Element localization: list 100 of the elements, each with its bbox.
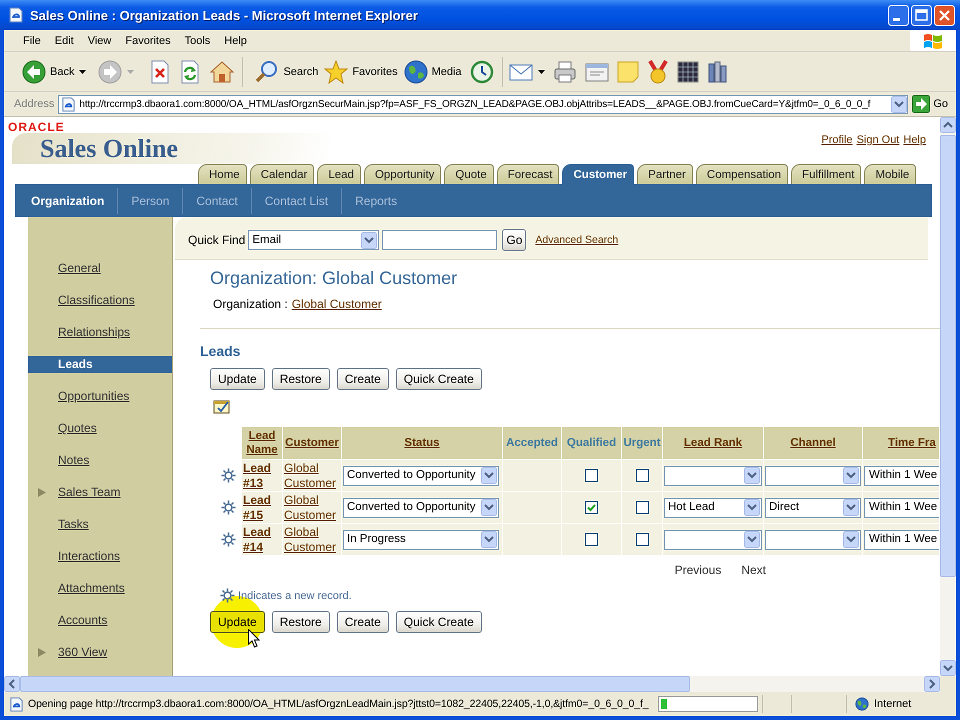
sidebar-item[interactable]: Interactions bbox=[58, 548, 120, 565]
action-button[interactable]: Quick Create bbox=[396, 368, 482, 390]
pagination-link[interactable]: Next bbox=[741, 563, 766, 577]
tab[interactable]: Home bbox=[198, 164, 247, 184]
checkbox[interactable] bbox=[636, 501, 648, 514]
column-header[interactable]: Lead Name bbox=[242, 427, 282, 459]
search-button[interactable]: Search bbox=[255, 60, 318, 84]
home-icon[interactable] bbox=[210, 60, 234, 84]
column-header[interactable]: Time Fra bbox=[863, 427, 939, 459]
status-select[interactable]: In Progress bbox=[343, 530, 499, 550]
lead-link[interactable]: Lead #15 bbox=[243, 492, 281, 522]
sidebar-item[interactable]: Opportunities bbox=[58, 388, 130, 405]
scroll-thumb[interactable] bbox=[20, 676, 690, 692]
column-header[interactable]: Lead Rank bbox=[663, 427, 763, 459]
sidebar-item[interactable]: Tasks bbox=[58, 516, 89, 533]
action-button[interactable]: Restore bbox=[272, 611, 330, 633]
checkbox[interactable] bbox=[585, 501, 598, 514]
quick-find-select[interactable]: Email bbox=[248, 230, 380, 250]
stop-icon[interactable] bbox=[150, 60, 170, 84]
tab[interactable]: Calendar bbox=[250, 164, 314, 184]
books-icon[interactable] bbox=[706, 60, 729, 84]
search-field[interactable] bbox=[382, 230, 498, 250]
sidebar-item[interactable]: Classifications bbox=[58, 292, 135, 309]
action-button[interactable]: Update bbox=[210, 611, 265, 633]
menu-item[interactable]: File bbox=[16, 34, 48, 46]
sidebar-item[interactable]: Notes bbox=[58, 452, 90, 469]
scroll-right-icon[interactable] bbox=[924, 676, 940, 692]
menu-item[interactable]: View bbox=[80, 34, 118, 46]
tab[interactable]: Fulfillment bbox=[791, 164, 862, 184]
horizontal-scrollbar[interactable] bbox=[4, 676, 940, 692]
sidebar-item[interactable]: Relationships bbox=[58, 324, 130, 341]
tab[interactable]: Forecast bbox=[496, 164, 560, 184]
back-button[interactable]: Back bbox=[22, 60, 74, 84]
minimize-icon[interactable] bbox=[888, 4, 909, 26]
address-field[interactable]: http://trccrmp3.dbaora1.com:8000/OA_HTML/asfOrgznSecurMain.jsp?fp=ASF_FS_ORGZN_LEAD&PAGE.OBJ.objAttribs=LEADS__&PAGE.OBJ.fromCueCard=Y&jtfm0=_0_6_0_0_f bbox=[58, 94, 908, 114]
scroll-down-icon[interactable] bbox=[940, 660, 956, 676]
grid-icon[interactable] bbox=[676, 60, 699, 82]
go-button[interactable]: Go bbox=[502, 229, 526, 251]
mail-icon[interactable] bbox=[508, 62, 533, 82]
tab[interactable]: Customer bbox=[562, 164, 634, 184]
history-icon[interactable] bbox=[470, 60, 494, 84]
action-button[interactable]: Create bbox=[336, 611, 389, 633]
lead-link[interactable]: Lead #13 bbox=[243, 460, 281, 490]
menu-item[interactable]: Favorites bbox=[118, 34, 178, 46]
action-button[interactable]: Restore bbox=[272, 368, 330, 390]
sidebar-item[interactable]: 360 View bbox=[38, 644, 108, 661]
edit-page-icon[interactable] bbox=[584, 60, 609, 82]
lead-link[interactable]: Lead #14 bbox=[243, 524, 281, 554]
status-select[interactable]: Converted to Opportunity bbox=[343, 498, 499, 518]
checkbox[interactable] bbox=[636, 469, 648, 482]
action-button[interactable]: Update bbox=[210, 368, 265, 390]
status-select[interactable]: Converted to Opportunity bbox=[343, 466, 499, 486]
caret-icon[interactable] bbox=[538, 70, 545, 74]
header-link[interactable]: Help bbox=[903, 134, 926, 147]
header-link[interactable]: Sign Out bbox=[856, 134, 900, 147]
close-icon[interactable] bbox=[934, 4, 955, 26]
action-button[interactable]: Quick Create bbox=[396, 611, 482, 633]
tab[interactable]: Opportunity bbox=[364, 164, 442, 184]
tab[interactable]: Lead bbox=[317, 164, 361, 184]
tab[interactable]: Compensation bbox=[696, 164, 788, 184]
sidebar-item[interactable]: Accounts bbox=[58, 612, 108, 629]
customer-link[interactable]: Global Customer bbox=[284, 492, 340, 522]
subtab[interactable]: Organization bbox=[18, 188, 118, 214]
channel-select[interactable] bbox=[765, 466, 861, 486]
tab[interactable]: Mobile bbox=[864, 164, 916, 184]
checkbox[interactable] bbox=[585, 533, 598, 546]
time-frame-select[interactable]: Within 1 Wee bbox=[864, 530, 939, 550]
channel-select[interactable] bbox=[765, 530, 861, 550]
notepad-icon[interactable] bbox=[213, 398, 231, 414]
menu-item[interactable]: Help bbox=[217, 34, 254, 46]
checkbox[interactable] bbox=[636, 533, 648, 546]
column-header[interactable]: Channel bbox=[764, 427, 862, 459]
organization-link[interactable]: Global Customer bbox=[292, 297, 382, 311]
lead-rank-select[interactable]: Hot Lead bbox=[664, 498, 762, 518]
maximize-icon[interactable] bbox=[911, 4, 932, 26]
go-button[interactable]: Go bbox=[912, 95, 948, 113]
vertical-scrollbar[interactable] bbox=[940, 117, 956, 676]
menu-item[interactable]: Edit bbox=[48, 34, 81, 46]
tab[interactable]: Quote bbox=[444, 164, 494, 184]
column-header[interactable]: Customer bbox=[283, 427, 341, 459]
time-frame-select[interactable]: Within 1 Wee bbox=[864, 466, 939, 486]
printer-icon[interactable] bbox=[552, 60, 577, 84]
time-frame-select[interactable]: Within 1 Wee bbox=[864, 498, 939, 518]
scroll-thumb[interactable] bbox=[940, 135, 956, 577]
advanced-search-link[interactable]: Advanced Search bbox=[535, 234, 618, 246]
action-button[interactable]: Create bbox=[336, 368, 389, 390]
tab[interactable]: Partner bbox=[637, 164, 693, 184]
pagination-link[interactable]: Previous bbox=[674, 563, 722, 577]
sidebar-item[interactable]: Sales Team bbox=[38, 484, 120, 501]
sidebar-item[interactable]: Leads bbox=[28, 356, 172, 373]
sidebar-item[interactable]: Attachments bbox=[58, 580, 125, 597]
menu-item[interactable]: Tools bbox=[178, 34, 218, 46]
lead-rank-select[interactable] bbox=[664, 466, 762, 486]
channel-select[interactable]: Direct bbox=[765, 498, 861, 518]
medal-icon[interactable] bbox=[646, 60, 669, 84]
media-button[interactable]: Media bbox=[404, 60, 462, 84]
customer-link[interactable]: Global Customer bbox=[284, 524, 340, 554]
sidebar-item[interactable]: Quotes bbox=[58, 420, 97, 437]
sidebar-item[interactable]: General bbox=[58, 260, 101, 277]
favorites-button[interactable]: Favorites bbox=[324, 60, 398, 84]
